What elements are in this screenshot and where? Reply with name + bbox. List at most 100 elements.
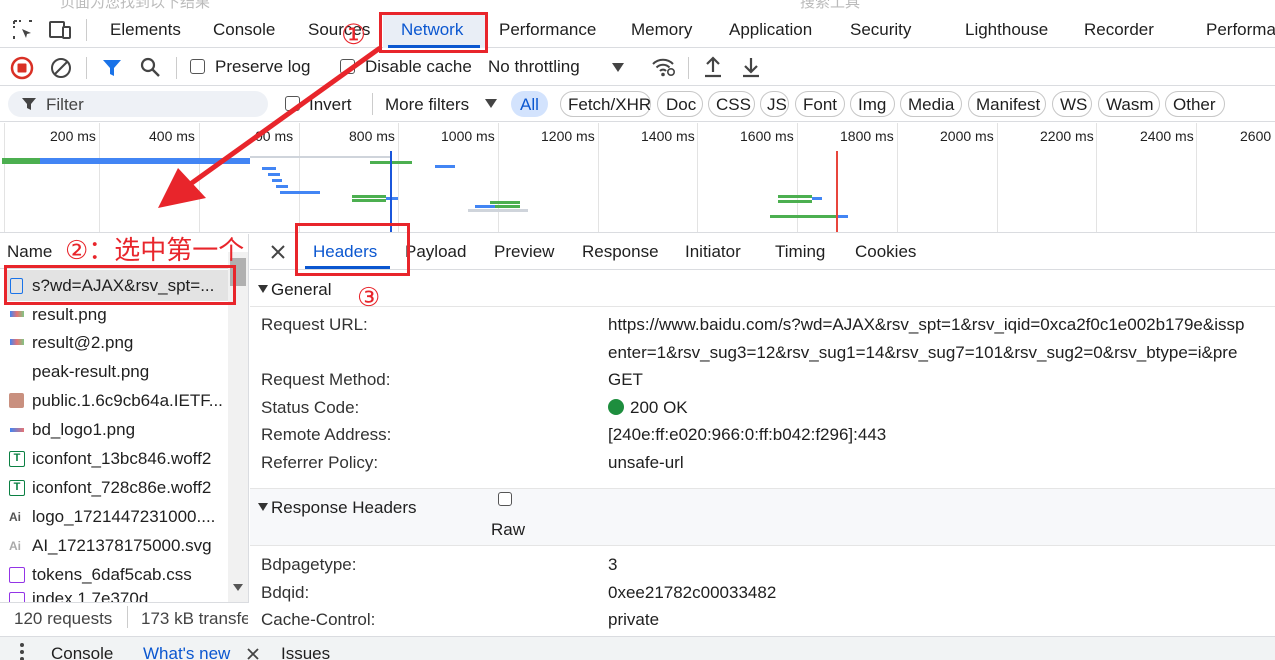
record-stop-icon[interactable] (10, 56, 34, 80)
type-chip-manifest[interactable]: Manifest (976, 95, 1040, 115)
drawer-tab-issues[interactable]: Issues (281, 644, 330, 660)
table-row[interactable]: public.1.6c9cb64a.IETF... (0, 387, 228, 416)
annotation-box-headers (295, 223, 410, 276)
export-har-icon[interactable] (740, 55, 762, 79)
tick-label: 1800 ms (840, 128, 894, 144)
raw-checkbox[interactable] (498, 492, 512, 506)
waterfall-bar (468, 209, 528, 212)
load-event-line (836, 151, 838, 232)
inspect-element-icon[interactable] (12, 19, 34, 41)
type-chip-media[interactable]: Media (908, 95, 954, 115)
font-file-icon: T (9, 451, 25, 467)
name-column-header[interactable]: Name (7, 242, 52, 262)
tab-performance[interactable]: Performance (499, 20, 596, 40)
remote-address-label: Remote Address: (261, 425, 392, 444)
table-row[interactable]: bd_logo1.png (0, 416, 228, 445)
tick-label: 2400 ms (1140, 128, 1194, 144)
clear-icon[interactable] (49, 56, 73, 80)
waterfall-bar (838, 215, 848, 218)
tab-recorder[interactable]: Recorder (1084, 20, 1154, 40)
table-row[interactable]: T iconfont_728c86e.woff2 (0, 474, 228, 503)
detail-tab-payload[interactable]: Payload (405, 242, 466, 262)
type-chip-js[interactable]: JS (767, 95, 787, 115)
stylesheet-icon (9, 592, 25, 602)
tab-application[interactable]: Application (729, 20, 812, 40)
request-count: 120 requests (14, 609, 113, 628)
table-row[interactable]: T iconfont_13bc846.woff2 (0, 445, 228, 474)
table-row[interactable]: peak-result.png (0, 358, 228, 387)
summary-divider (127, 606, 128, 628)
import-har-icon[interactable] (702, 55, 724, 79)
general-section-header[interactable] (250, 271, 1275, 307)
type-chip-img[interactable]: Img (858, 95, 886, 115)
filter-funnel-icon[interactable] (101, 57, 123, 79)
request-url-value-cont: enter=1&rsv_sug3=12&rsv_sug1=14&rsv_sug7… (608, 343, 1238, 362)
detail-tab-response[interactable]: Response (582, 242, 659, 262)
table-row[interactable]: Ai AI_1721378175000.svg (0, 532, 228, 561)
remote-address-value: [240e:ff:e020:966:0:ff:b042:f296]:443 (608, 425, 887, 444)
gridline (997, 123, 998, 232)
drawer-tab-console[interactable]: Console (51, 644, 113, 660)
tab-performance-insights[interactable]: Performa (1206, 20, 1275, 40)
type-chip-other[interactable]: Other (1173, 95, 1216, 115)
throttling-select[interactable]: No throttling (488, 57, 580, 77)
table-row[interactable]: result@2.png (0, 329, 228, 358)
header-name: Cache-Control: (261, 610, 376, 629)
page-fragment-left: 页面为您找到以下结果 (60, 0, 211, 11)
image-icon (10, 311, 24, 317)
type-chip-all[interactable]: All (520, 95, 539, 115)
header-value: private (608, 610, 660, 629)
detail-tab-cookies[interactable]: Cookies (855, 242, 916, 262)
drawer-tab-whats-new[interactable]: What's new (143, 644, 230, 660)
page-fragment-right: 搜索工具 (800, 0, 861, 11)
waterfall-bar (435, 165, 455, 168)
tab-memory[interactable]: Memory (631, 20, 692, 40)
response-headers-title: Response Headers (271, 498, 417, 517)
table-row[interactable]: Ai logo_1721447231000.... (0, 503, 228, 532)
tick-label: 2000 ms (940, 128, 994, 144)
tab-security[interactable]: Security (850, 20, 911, 40)
table-row[interactable]: index.1.7e370d... (0, 590, 228, 602)
header-value: 3 (608, 555, 618, 574)
table-row[interactable]: tokens_6daf5cab.css (0, 561, 228, 590)
detail-tab-preview[interactable]: Preview (494, 242, 554, 262)
tab-elements[interactable]: Elements (110, 20, 181, 40)
close-icon[interactable] (247, 648, 259, 660)
chevron-down-icon (485, 99, 497, 109)
tab-lighthouse[interactable]: Lighthouse (965, 20, 1048, 40)
waterfall-bar (495, 205, 520, 208)
type-chip-wasm[interactable]: Wasm (1106, 95, 1154, 115)
header-name: Bdpagetype: (261, 555, 357, 574)
svg-logo-icon: Ai (9, 510, 21, 524)
filter-funnel-icon (21, 97, 37, 112)
type-chip-css[interactable]: CSS (716, 95, 751, 115)
status-code-value: 200 OK (630, 398, 688, 417)
svg-logo-icon: Ai (9, 539, 21, 553)
type-chip-font[interactable]: Font (803, 95, 837, 115)
general-title: General (271, 280, 332, 299)
chevron-down-icon[interactable] (612, 63, 624, 73)
tab-console[interactable]: Console (213, 20, 275, 40)
waterfall-bar (778, 200, 812, 203)
gridline (697, 123, 698, 232)
waterfall-bar (2, 158, 40, 164)
detail-tab-timing[interactable]: Timing (775, 242, 825, 262)
waterfall-bar (770, 215, 840, 218)
device-toolbar-icon[interactable] (48, 19, 74, 41)
close-icon[interactable] (270, 244, 286, 260)
more-vertical-icon[interactable] (19, 643, 25, 660)
gridline (498, 123, 499, 232)
table-row[interactable]: result.png (0, 301, 228, 329)
waterfall-bar (475, 205, 495, 208)
detail-tab-initiator[interactable]: Initiator (685, 242, 741, 262)
request-name: bd_logo1.png (32, 420, 136, 439)
tick-label: 1200 ms (541, 128, 595, 144)
waterfall-bar (490, 201, 520, 204)
request-method-label: Request Method: (261, 370, 391, 389)
waterfall-bar (812, 197, 822, 200)
network-conditions-icon[interactable] (650, 55, 676, 79)
type-chip-doc[interactable]: Doc (666, 95, 696, 115)
scroll-down-arrow-icon[interactable] (233, 584, 243, 592)
type-chip-ws[interactable]: WS (1060, 95, 1087, 115)
type-chip-fetch-xhr[interactable]: Fetch/XHR (568, 95, 651, 115)
